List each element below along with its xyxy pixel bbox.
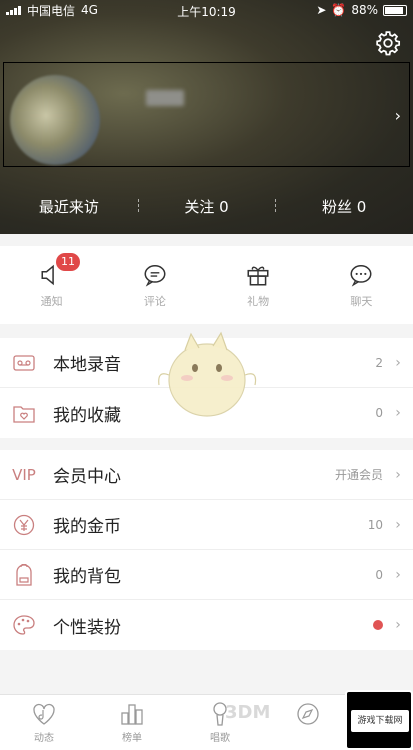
menu-label: 我的收藏 [53,405,121,426]
menu-label: 我的金币 [53,517,121,537]
palette-icon [12,613,36,637]
chevron-right-icon: › [395,405,401,421]
quick-action-label: 礼物 [247,295,270,308]
menu-value: 0 [375,406,383,420]
chevron-right-icon: › [395,617,401,633]
chevron-right-icon: › [395,466,401,483]
menu-label: 我的背包 [53,567,121,587]
chevron-right-icon: › [394,106,401,125]
quick-action-chat[interactable]: 聊天 [310,246,413,324]
menu-value: 10 [367,517,383,532]
menu-group-account: VIP 会员中心 开通会员 › 我的金币 10 › 我的背包 0 › 个性装扮 … [0,450,413,650]
chat-icon [350,265,372,287]
backpack-icon [12,563,36,587]
compass-icon [297,703,319,725]
quick-action-label: 聊天 [350,295,373,308]
notification-badge: 11 [56,253,80,271]
avatar[interactable] [10,75,100,165]
menu-vip-center[interactable]: VIP 会员中心 开通会员 › [0,450,413,500]
favorite-folder-icon [12,401,36,425]
vip-icon: VIP [12,465,36,484]
menu-value: 2 [375,355,383,370]
status-bar: 中国电信 4G 上午10:19 ➤ ⏰ 88% [0,0,413,20]
username-blurred [146,90,184,106]
watermark-badge-label: 游戏下载网 [351,710,409,732]
profile-header: › 最近来访 关注 0 粉丝 0 [0,0,413,234]
chevron-right-icon: › [395,566,401,583]
menu-value: 开通会员 [334,468,383,482]
coin-icon [12,513,36,537]
tab-feed[interactable]: 动态 [0,695,88,750]
profile-stats: 最近来访 关注 0 粉丝 0 [0,184,413,228]
tab-label: 唱歌 [210,733,230,744]
tab-charts[interactable]: 榜单 [88,695,176,750]
music-heart-icon [33,703,55,725]
stat-recent-visitors[interactable]: 最近来访 [0,196,138,217]
gift-icon [247,266,269,286]
quick-action-notifications[interactable]: 11 通知 [0,246,103,324]
quick-action-comments[interactable]: 评论 [103,246,206,324]
menu-my-coins[interactable]: 我的金币 10 › [0,500,413,550]
cassette-icon [12,351,36,375]
stat-followers[interactable]: 粉丝 0 [275,196,413,217]
menu-label: 会员中心 [53,467,121,487]
profile-card[interactable]: › [3,62,410,167]
tab-label: 动态 [34,733,54,744]
menu-label: 个性装扮 [53,617,121,638]
chart-bars-icon [121,704,143,725]
quick-action-label: 通知 [40,295,63,308]
new-indicator-dot [373,620,383,630]
battery-icon [383,4,407,16]
menu-value: 0 [375,567,383,582]
watermark-badge: 游戏下载网 [345,690,413,750]
settings-gear-icon[interactable] [375,30,401,56]
clock: 上午10:19 [177,5,236,19]
quick-action-gifts[interactable]: 礼物 [207,246,310,324]
tab-label: 榜单 [122,733,142,744]
watermark-text: 3DM [225,702,271,723]
menu-my-backpack[interactable]: 我的背包 0 › [0,550,413,600]
stat-following[interactable]: 关注 0 [137,196,276,217]
chevron-right-icon: › [395,516,401,533]
quick-actions: 11 通知 评论 礼物 聊天 [0,246,413,324]
tab-discover[interactable] [264,695,352,750]
menu-personal-dressup[interactable]: 个性装扮 › [0,600,413,650]
menu-label: 本地录音 [53,355,121,375]
comment-icon [144,265,166,287]
chevron-right-icon: › [395,354,401,371]
quick-action-label: 评论 [143,295,166,308]
mascot-watermark [158,331,257,417]
